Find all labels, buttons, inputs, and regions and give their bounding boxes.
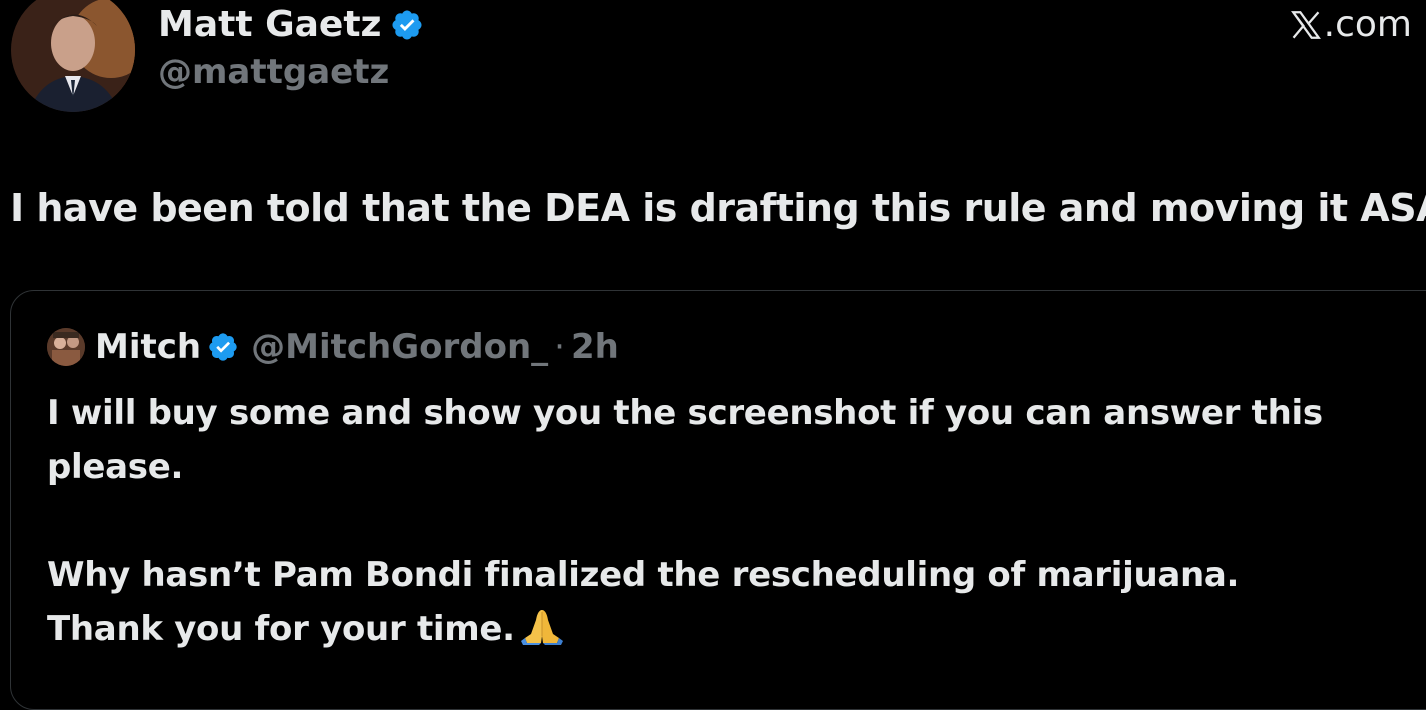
author-handle[interactable]: @mattgaetz <box>158 52 389 92</box>
quoted-tweet-last-line: Thank you for your time. <box>47 602 1387 656</box>
quoted-tweet-line: Thank you for your time. <box>47 609 515 649</box>
author-name-text[interactable]: Matt Gaetz <box>158 4 382 45</box>
author-name[interactable]: Matt Gaetz <box>158 4 424 45</box>
quoted-tweet-header: Mitch @MitchGordon_ · 2h <box>47 326 619 368</box>
quoted-author-avatar[interactable] <box>47 328 85 366</box>
verified-badge-icon <box>391 9 422 40</box>
quoted-tweet-timestamp[interactable]: 2h <box>571 327 619 367</box>
quoted-tweet-line: please. <box>47 447 184 487</box>
quoted-author-handle[interactable]: @MitchGordon_ <box>251 327 548 367</box>
dot-separator: · <box>554 327 565 367</box>
folded-hands-icon <box>520 610 563 645</box>
x-com-brand: .com <box>1289 4 1412 45</box>
verified-badge-icon <box>209 333 237 361</box>
quoted-tweet-line: I will buy some and show you the screens… <box>47 393 1323 433</box>
author-avatar[interactable] <box>11 0 135 112</box>
x-logo-icon <box>1290 10 1321 39</box>
quoted-tweet-line: Why hasn’t Pam Bondi finalized the resch… <box>47 555 1240 595</box>
brand-label: .com <box>1323 4 1412 45</box>
quoted-author-name[interactable]: Mitch <box>95 327 201 367</box>
tweet-text: I have been told that the DEA is draftin… <box>10 186 1426 230</box>
quoted-tweet-body: I will buy some and show you the screens… <box>47 386 1387 656</box>
